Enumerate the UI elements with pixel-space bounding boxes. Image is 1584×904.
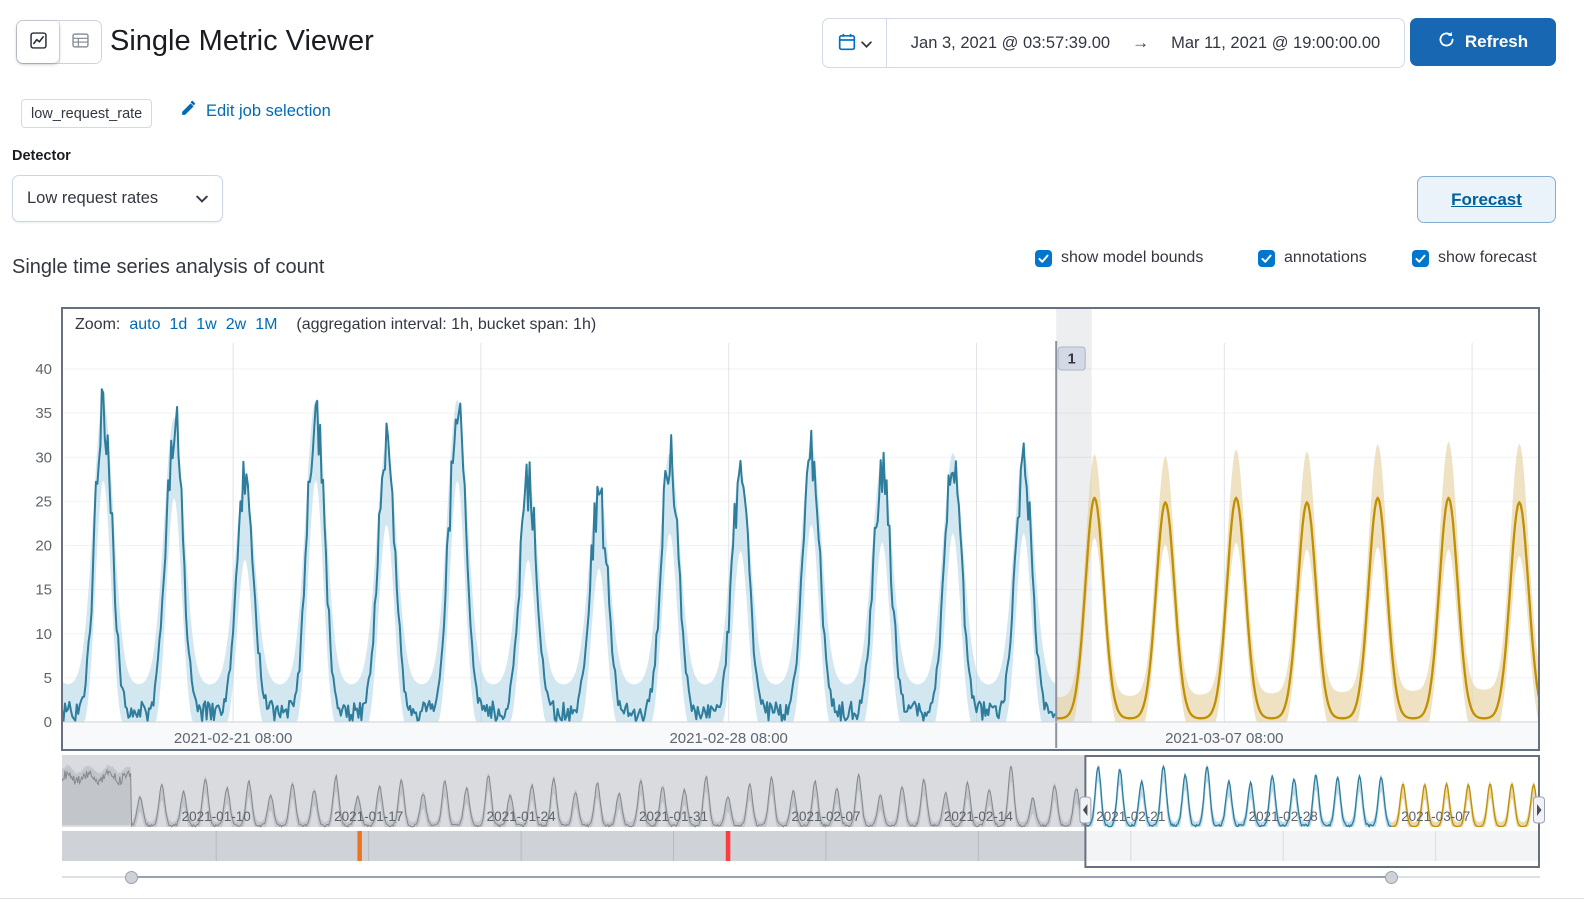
checkbox-label: show model bounds (1061, 249, 1204, 266)
zoom-auto-link[interactable]: auto (129, 316, 160, 334)
detector-select[interactable]: Low request rates (12, 175, 223, 222)
scrollbar-right-handle[interactable] (1385, 871, 1398, 884)
date-picker: Jan 3, 2021 @ 03:57:39.00 → Mar 11, 2021… (822, 18, 1405, 68)
chart-view-button[interactable] (17, 21, 59, 63)
y-axis-tick-label: 40 (35, 361, 52, 378)
swimlane-annotation-mark[interactable] (725, 831, 731, 861)
zoom-label: Zoom: (75, 316, 121, 333)
y-axis-tick-label: 35 (35, 405, 52, 422)
checkbox-show-model-bounds[interactable]: show model bounds (1035, 249, 1203, 267)
main-time-series-chart[interactable]: 1 2021-02-21 08:00 2021-02-28 08:00 2021-03… (0, 307, 1584, 751)
zoom-1w-link[interactable]: 1w (196, 316, 216, 334)
y-axis-tick-label: 5 (44, 670, 52, 687)
y-axis-tick-label: 20 (35, 538, 52, 555)
job-badge: low_request_rate (21, 99, 153, 128)
annotation-band[interactable] (1056, 309, 1092, 723)
checkbox-annotations[interactable]: annotations (1258, 249, 1367, 267)
page-title: Single Metric Viewer (110, 25, 374, 57)
y-axis-tick-label: 30 (35, 449, 52, 466)
view-toggle-group (16, 20, 102, 64)
refresh-label: Refresh (1464, 32, 1529, 51)
arrow-right-icon: → (1132, 33, 1150, 52)
timeline-scrollbar (62, 869, 1540, 885)
checkbox-checked-icon (1258, 249, 1275, 267)
checkbox-checked-icon (1412, 249, 1429, 267)
zoom-1d-link[interactable]: 1d (169, 316, 187, 334)
context-tick-label: 2021-02-07 (791, 809, 860, 824)
checkbox-label: annotations (1284, 249, 1367, 266)
swimlane-annotation-mark[interactable] (357, 831, 362, 861)
checkbox-checked-icon (1035, 249, 1052, 267)
data-table-icon (72, 32, 89, 52)
main-chart-container: 1 2021-02-21 08:00 2021-02-28 08:00 2021-03… (0, 307, 1584, 751)
edit-job-selection-link[interactable]: Edit job selection (180, 100, 331, 122)
calendar-icon (838, 33, 856, 54)
chevron-down-icon (860, 36, 872, 51)
aggregation-note: (aggregation interval: 1h, bucket span: … (296, 316, 597, 333)
pencil-icon (180, 100, 197, 122)
y-axis-tick-label: 0 (44, 714, 52, 731)
y-axis-tick-label: 10 (35, 626, 52, 643)
table-view-button[interactable] (59, 21, 101, 63)
detector-selected-value: Low request rates (27, 189, 159, 207)
chevron-down-icon (196, 189, 208, 208)
context-tick-label: 2021-01-17 (334, 809, 403, 824)
y-axis-tick-label: 25 (35, 493, 52, 510)
context-navigator: 2021-01-10 2021-01-17 2021-01-24 2021-01-31… (62, 755, 1546, 869)
end-date-button[interactable]: Mar 11, 2021 @ 19:00:00.00 (1165, 30, 1386, 57)
context-tick-label: 2021-01-10 (182, 809, 251, 824)
checkbox-label: show forecast (1438, 249, 1537, 266)
x-axis-tick-label: 2021-03-07 08:00 (1165, 730, 1283, 747)
calendar-dropdown-button[interactable] (823, 19, 887, 67)
line-chart-icon (29, 32, 47, 52)
zoom-2w-link[interactable]: 2w (226, 316, 246, 334)
selection-swimlane (1085, 831, 1539, 861)
zoom-controls: Zoom: auto 1d 1w 2w 1M (aggregation inte… (75, 316, 596, 334)
y-axis-tick-label: 15 (35, 582, 52, 599)
start-date-button[interactable]: Jan 3, 2021 @ 03:57:39.00 (905, 30, 1116, 57)
date-range: Jan 3, 2021 @ 03:57:39.00 → Mar 11, 2021… (887, 19, 1404, 67)
scrollbar-left-handle[interactable] (125, 871, 138, 884)
single-metric-viewer-page: Single Metric Viewer Jan 3, 2021 @ 03:57… (0, 0, 1584, 904)
analysis-title: Single time series analysis of count (12, 256, 325, 278)
x-axis-tick-label: 2021-02-21 08:00 (174, 730, 292, 747)
page-bottom-divider (0, 898, 1584, 899)
selection-right-handle[interactable] (1533, 796, 1545, 824)
selection-left-handle[interactable] (1079, 796, 1092, 824)
refresh-icon (1438, 31, 1455, 53)
context-tick-label: 2021-02-28 (1249, 809, 1318, 824)
context-tick-label: 2021-01-24 (487, 809, 557, 824)
edit-job-selection-label: Edit job selection (206, 101, 331, 120)
checkbox-show-forecast[interactable]: show forecast (1412, 249, 1537, 267)
context-tick-label: 2021-03-07 (1401, 809, 1470, 824)
forecast-button[interactable]: Forecast (1417, 176, 1556, 223)
detector-label: Detector (12, 148, 71, 164)
context-tick-label: 2021-02-14 (944, 809, 1014, 824)
zoom-1M-link[interactable]: 1M (255, 316, 277, 334)
annotation-badge-label: 1 (1068, 352, 1076, 368)
refresh-button[interactable]: Refresh (1410, 18, 1556, 66)
context-navigator-chart[interactable]: 2021-01-10 2021-01-17 2021-01-24 2021-01-31… (62, 755, 1546, 869)
context-tick-label: 2021-01-31 (639, 809, 708, 824)
scrollbar-range[interactable] (130, 876, 1390, 878)
x-axis-tick-label: 2021-02-28 08:00 (669, 730, 787, 747)
context-tick-label: 2021-02-21 (1096, 809, 1165, 824)
